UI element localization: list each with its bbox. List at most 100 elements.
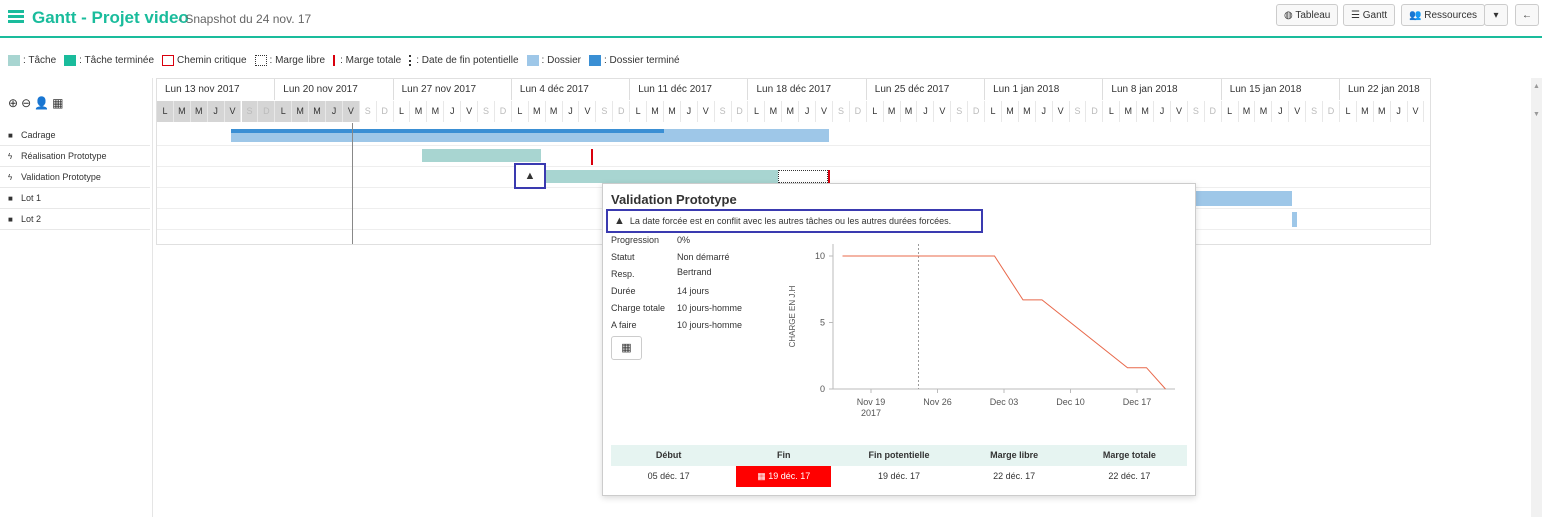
back-button[interactable]: ← — [1515, 4, 1539, 26]
field-label: Charge totale — [611, 303, 666, 313]
app-header: Gantt - Projet video - Snapshot du 24 no… — [0, 0, 1542, 38]
today-line[interactable] — [352, 123, 353, 244]
conflict-warning: ▲ La date forcée est en conflit avec les… — [606, 209, 983, 233]
y-tick-label: 10 — [815, 251, 825, 261]
table-cell[interactable]: ▦ 19 déc. 17 — [736, 466, 832, 487]
day-header: M — [1239, 101, 1256, 122]
user-icon[interactable]: 👤 — [34, 96, 49, 110]
day-header: V — [224, 101, 242, 122]
day-header: J — [799, 101, 817, 122]
arrow-left-icon: ← — [1522, 10, 1532, 21]
day-header: M — [1019, 101, 1036, 122]
day-header: D — [613, 101, 631, 122]
day-header: L — [157, 101, 174, 122]
day-header: J — [681, 101, 698, 122]
day-header: M — [765, 101, 783, 122]
total-margin-swatch — [333, 54, 336, 66]
warning-icon[interactable]: ▲ — [514, 163, 546, 189]
zoom-in-icon[interactable]: ⊕ — [8, 96, 18, 110]
dropdown-button[interactable]: ▾ — [1484, 4, 1508, 26]
task-row-realisation[interactable]: ϟ Réalisation Prototype — [0, 146, 150, 167]
field-label: A faire — [611, 320, 637, 330]
calendar-icon[interactable]: ▦ — [52, 96, 63, 110]
task-row-lot1[interactable]: ■ Lot 1 — [0, 188, 150, 209]
day-header: M — [1256, 101, 1273, 122]
day-header: J — [326, 101, 343, 122]
bolt-icon: ϟ — [8, 172, 13, 182]
legend: : Tâche : Tâche terminée Chemin critique… — [8, 53, 688, 67]
tableau-button[interactable]: ◍ Tableau — [1276, 4, 1339, 26]
realisation-total-margin[interactable] — [591, 149, 593, 165]
week-header: Lun 27 nov 2017 — [394, 79, 512, 100]
calendar-button[interactable]: ▦ — [611, 336, 642, 360]
day-header: D — [495, 101, 512, 122]
legend-label: Chemin critique — [177, 54, 247, 66]
task-row-lot2[interactable]: ■ Lot 2 — [0, 209, 150, 230]
done-task-swatch — [64, 54, 77, 66]
vertical-scrollbar[interactable]: ▲ ▼ — [1531, 78, 1542, 517]
lot2-bar[interactable] — [1292, 212, 1297, 227]
task-label: Cadrage — [21, 129, 56, 140]
day-header: J — [563, 101, 580, 122]
day-header: M — [292, 101, 310, 122]
week-header: Lun 18 déc 2017 — [749, 79, 867, 100]
day-header: S — [1306, 101, 1324, 122]
page-title: Gantt - Projet video — [32, 8, 189, 27]
day-header: S — [951, 101, 969, 122]
day-header: J — [918, 101, 935, 122]
task-detail-popup: Validation Prototype ▲ La date forcée es… — [602, 183, 1196, 496]
table-cell: 05 déc. 17 — [647, 471, 690, 481]
day-header: L — [630, 101, 648, 122]
week-header: Lun 22 jan 2018 — [1340, 79, 1430, 100]
day-header: S — [241, 101, 259, 122]
task-label: Lot 2 — [21, 213, 42, 224]
day-header: S — [833, 101, 850, 122]
day-header: L — [1222, 101, 1239, 122]
caret-down-icon: ▾ — [1493, 10, 1499, 21]
gantt-button[interactable]: ☰ Gantt — [1343, 4, 1396, 26]
validation-total-margin[interactable] — [828, 170, 830, 184]
zoom-out-icon[interactable]: ⊖ — [21, 96, 31, 110]
day-header: M — [411, 101, 428, 122]
validation-bar[interactable] — [542, 170, 778, 183]
field-label: Progression — [611, 235, 660, 245]
week-header: Lun 1 jan 2018 — [985, 79, 1104, 100]
validation-free-margin[interactable] — [778, 170, 828, 183]
day-header: D — [377, 101, 394, 122]
x-tick-label: Nov 19 — [857, 397, 886, 407]
day-header: V — [1171, 101, 1188, 122]
legend-label: : Date de fin potentielle — [416, 54, 519, 66]
task-row-cadrage[interactable]: ■ Cadrage — [0, 125, 150, 146]
realisation-bar[interactable] — [422, 149, 541, 162]
day-header: M — [190, 101, 208, 122]
cadrage-done-bar[interactable] — [231, 129, 664, 133]
day-header: S — [1188, 101, 1205, 122]
week-header: Lun 4 déc 2017 — [512, 79, 631, 100]
scroll-down-icon[interactable]: ▼ — [1533, 111, 1540, 118]
end-date-value: 19 déc. 17 — [768, 471, 811, 481]
critical-path-swatch — [162, 54, 175, 66]
task-row-validation[interactable]: ϟ Validation Prototype — [0, 167, 150, 188]
legend-item: Chemin critique — [162, 54, 247, 66]
week-header: Lun 20 nov 2017 — [275, 79, 394, 100]
day-header: V — [698, 101, 715, 122]
table-header: Marge libre — [956, 445, 1072, 466]
warning-icon: ▲ — [614, 215, 625, 227]
y-axis-label: CHARGE EN J.H — [788, 285, 797, 347]
day-header: L — [1103, 101, 1121, 122]
day-header: J — [444, 101, 462, 122]
warning-text: La date forcée est en conflit avec les a… — [629, 216, 952, 226]
day-header: V — [580, 101, 597, 122]
potential-end-swatch — [409, 54, 412, 66]
day-header: D — [258, 101, 276, 122]
legend-item: : Marge libre — [254, 54, 325, 66]
lot1-bar[interactable] — [1187, 191, 1292, 206]
day-header: L — [512, 101, 529, 122]
day-header: M — [1002, 101, 1019, 122]
day-header: M — [664, 101, 681, 122]
day-header: V — [1053, 101, 1070, 122]
ressources-button[interactable]: 👥 Ressources — [1401, 4, 1486, 26]
table-header: Début — [611, 445, 727, 466]
day-header: M — [901, 101, 918, 122]
scroll-up-icon[interactable]: ▲ — [1533, 83, 1540, 90]
